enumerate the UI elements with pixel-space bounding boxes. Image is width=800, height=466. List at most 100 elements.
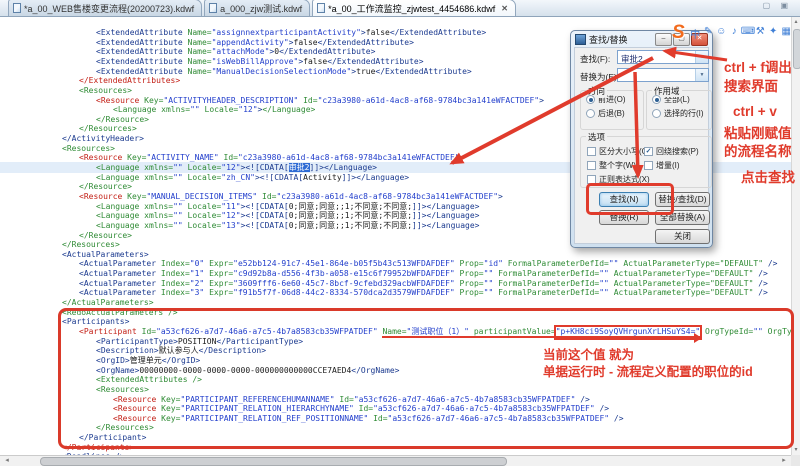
- code-token: </ExtendedAttribute>: [318, 38, 414, 47]
- code-token: <ActualParameter: [79, 269, 161, 278]
- options-group: 选项 区分大小写(C)✓回绕搜索(P)整个字(W)增量(I)正则表达式(X): [580, 136, 712, 188]
- minimize-button[interactable]: –: [655, 33, 672, 46]
- scroll-right-icon[interactable]: ▸: [778, 456, 790, 466]
- annotation-shortcut-find-line2: 搜索界面: [724, 75, 778, 95]
- checkbox-unchecked-icon[interactable]: [644, 161, 653, 170]
- checkbox-unchecked-icon[interactable]: [587, 147, 596, 156]
- code-line: <Language xmlns="" Locale="13"><![CDATA[…: [96, 221, 479, 231]
- tools-icon[interactable]: ⚒: [754, 26, 767, 41]
- code-line: <ExtendedAttribute Name="isWebBillApprov…: [96, 57, 424, 67]
- replace-input[interactable]: ▼: [617, 68, 709, 82]
- code-token: "": [173, 211, 183, 220]
- code-token: ]]></Language>: [310, 163, 377, 172]
- skin-icon[interactable]: ✦: [767, 26, 780, 41]
- code-token: Name=: [188, 38, 212, 47]
- annotation-value-note-line1: 当前这个值 就为: [543, 347, 753, 364]
- code-token: ><![CDATA[: [241, 221, 289, 230]
- code-token: "": [484, 269, 494, 278]
- scroll-down-icon[interactable]: ▾: [792, 445, 800, 455]
- code-token: Index=: [161, 259, 190, 268]
- code-token: ]]></Language>: [412, 202, 479, 211]
- application-window: *a_00_WEB售楼变更流程(20200723).kdwfa_000_zjw测…: [0, 0, 800, 466]
- code-token: "c23a3980-a61d-4ac8-af68-9784bc3a141eWFA…: [238, 153, 460, 162]
- editor-tab[interactable]: a_000_zjw测试.kdwf: [204, 0, 310, 16]
- editor-tab[interactable]: *a_00_工作流监控_zjwtest_4454686.kdwf ✕: [312, 0, 516, 16]
- code-token: "id": [484, 259, 503, 268]
- code-token: </Resource>: [96, 115, 149, 124]
- code-token: <Language: [96, 202, 144, 211]
- checkbox-option[interactable]: 整个字(W): [587, 160, 639, 171]
- editor-tab[interactable]: *a_00_WEB售楼变更流程(20200723).kdwf: [8, 0, 202, 16]
- code-token: <ActualParameter: [79, 259, 161, 268]
- code-token: ]]></Language>: [412, 221, 479, 230]
- apps-icon[interactable]: ▦: [780, 26, 793, 41]
- sogou-logo-icon[interactable]: S: [672, 23, 685, 43]
- horizontal-scrollbar[interactable]: ◂ ▸: [0, 455, 791, 466]
- scroll-left-icon[interactable]: ◂: [1, 456, 13, 466]
- code-token: "12": [238, 105, 257, 114]
- code-token: Locale=: [200, 105, 239, 114]
- find-input[interactable]: 审批2 ▼: [617, 50, 709, 64]
- code-token: Expr=: [204, 288, 233, 297]
- code-token: "ACTIVITY_NAME": [146, 153, 218, 162]
- chinese-mode-icon[interactable]: 中: [689, 26, 702, 41]
- annotation-value-note-line2: 单据运行时 - 流程定义配置的职位的id: [543, 364, 753, 381]
- voice-icon[interactable]: ♪: [728, 26, 741, 41]
- code-line: <ActualParameter Index="3" Expr="f91b5f7…: [79, 288, 768, 298]
- code-line: <Language xmlns="" Locale="zh_CN"><![CDA…: [96, 173, 409, 183]
- code-line: <ActualParameter Index="1" Expr="c9d92b8…: [79, 269, 768, 279]
- code-token: </ExtendedAttribute>: [390, 28, 486, 37]
- close-button[interactable]: 关闭: [655, 229, 710, 244]
- checkbox-unchecked-icon[interactable]: [587, 161, 596, 170]
- tab-label: *a_00_工作流监控_zjwtest_4454686.kdwf: [328, 2, 495, 15]
- code-token: </Resources>: [79, 124, 137, 133]
- chevron-down-icon[interactable]: ▼: [695, 69, 708, 81]
- checkbox-label: 整个字(W): [599, 160, 636, 171]
- checkbox-option[interactable]: 增量(I): [644, 160, 710, 171]
- radio-option[interactable]: 选择的行(I): [652, 108, 711, 119]
- checkbox-checked-icon[interactable]: ✓: [644, 147, 653, 156]
- emoji-icon[interactable]: ☺: [715, 26, 728, 41]
- code-token: "": [190, 105, 200, 114]
- radio-option[interactable]: 后退(B): [586, 108, 643, 119]
- code-line: </Resources>: [79, 124, 137, 134]
- code-token: Locale=: [183, 202, 222, 211]
- radio-selected-icon[interactable]: [652, 95, 661, 104]
- code-token: FormalParameterDefId=: [503, 259, 609, 268]
- code-token: Locale=: [183, 173, 222, 182]
- code-token: Id=: [257, 192, 276, 201]
- checkbox-option[interactable]: 区分大小写(C): [587, 146, 639, 157]
- find-replace-dialog[interactable]: 查找/替换 –▢✕ 查找(F): 审批2 ▼ 替换为(E): ▼ 方向 前进(O…: [570, 30, 713, 248]
- code-token: Name=: [188, 57, 212, 66]
- direction-group: 方向 前进(O)后退(B): [580, 90, 644, 130]
- code-token: Name=: [188, 47, 212, 56]
- code-token: <Language: [113, 105, 161, 114]
- keyboard-icon[interactable]: ⌨: [741, 26, 754, 41]
- code-token: "zh_CN": [221, 173, 255, 182]
- find-label: 查找(F):: [580, 53, 610, 65]
- chevron-down-icon[interactable]: ▼: [695, 51, 708, 63]
- code-token: >: [539, 96, 544, 105]
- code-token: FormalParameterDefId=: [493, 279, 599, 288]
- code-token: "": [599, 279, 609, 288]
- horizontal-scroll-thumb[interactable]: [40, 457, 507, 466]
- code-line: <Resources>: [79, 86, 132, 96]
- radio-selected-icon[interactable]: [586, 95, 595, 104]
- code-token: </Language>: [262, 105, 315, 114]
- code-token: xmlns=: [161, 105, 190, 114]
- replace-label: 替换为(E):: [580, 71, 619, 83]
- checkbox-option[interactable]: ✓回绕搜索(P): [644, 146, 710, 157]
- code-line: </ExtendedAttributes>: [79, 76, 180, 86]
- code-token: "isWebBillApprove": [212, 57, 299, 66]
- radio-unselected-icon[interactable]: [652, 109, 661, 118]
- code-token: </Resources>: [62, 240, 120, 249]
- code-token: />: [753, 288, 767, 297]
- close-tab-icon[interactable]: ✕: [501, 4, 508, 13]
- code-line: </ActualParameters>: [62, 298, 154, 308]
- radio-unselected-icon[interactable]: [586, 109, 595, 118]
- code-token: Index=: [161, 288, 190, 297]
- code-token: false: [303, 57, 327, 66]
- code-token: <Resource: [79, 192, 127, 201]
- scrollbar-corner: [791, 455, 800, 466]
- pen-icon[interactable]: ✎: [702, 26, 715, 41]
